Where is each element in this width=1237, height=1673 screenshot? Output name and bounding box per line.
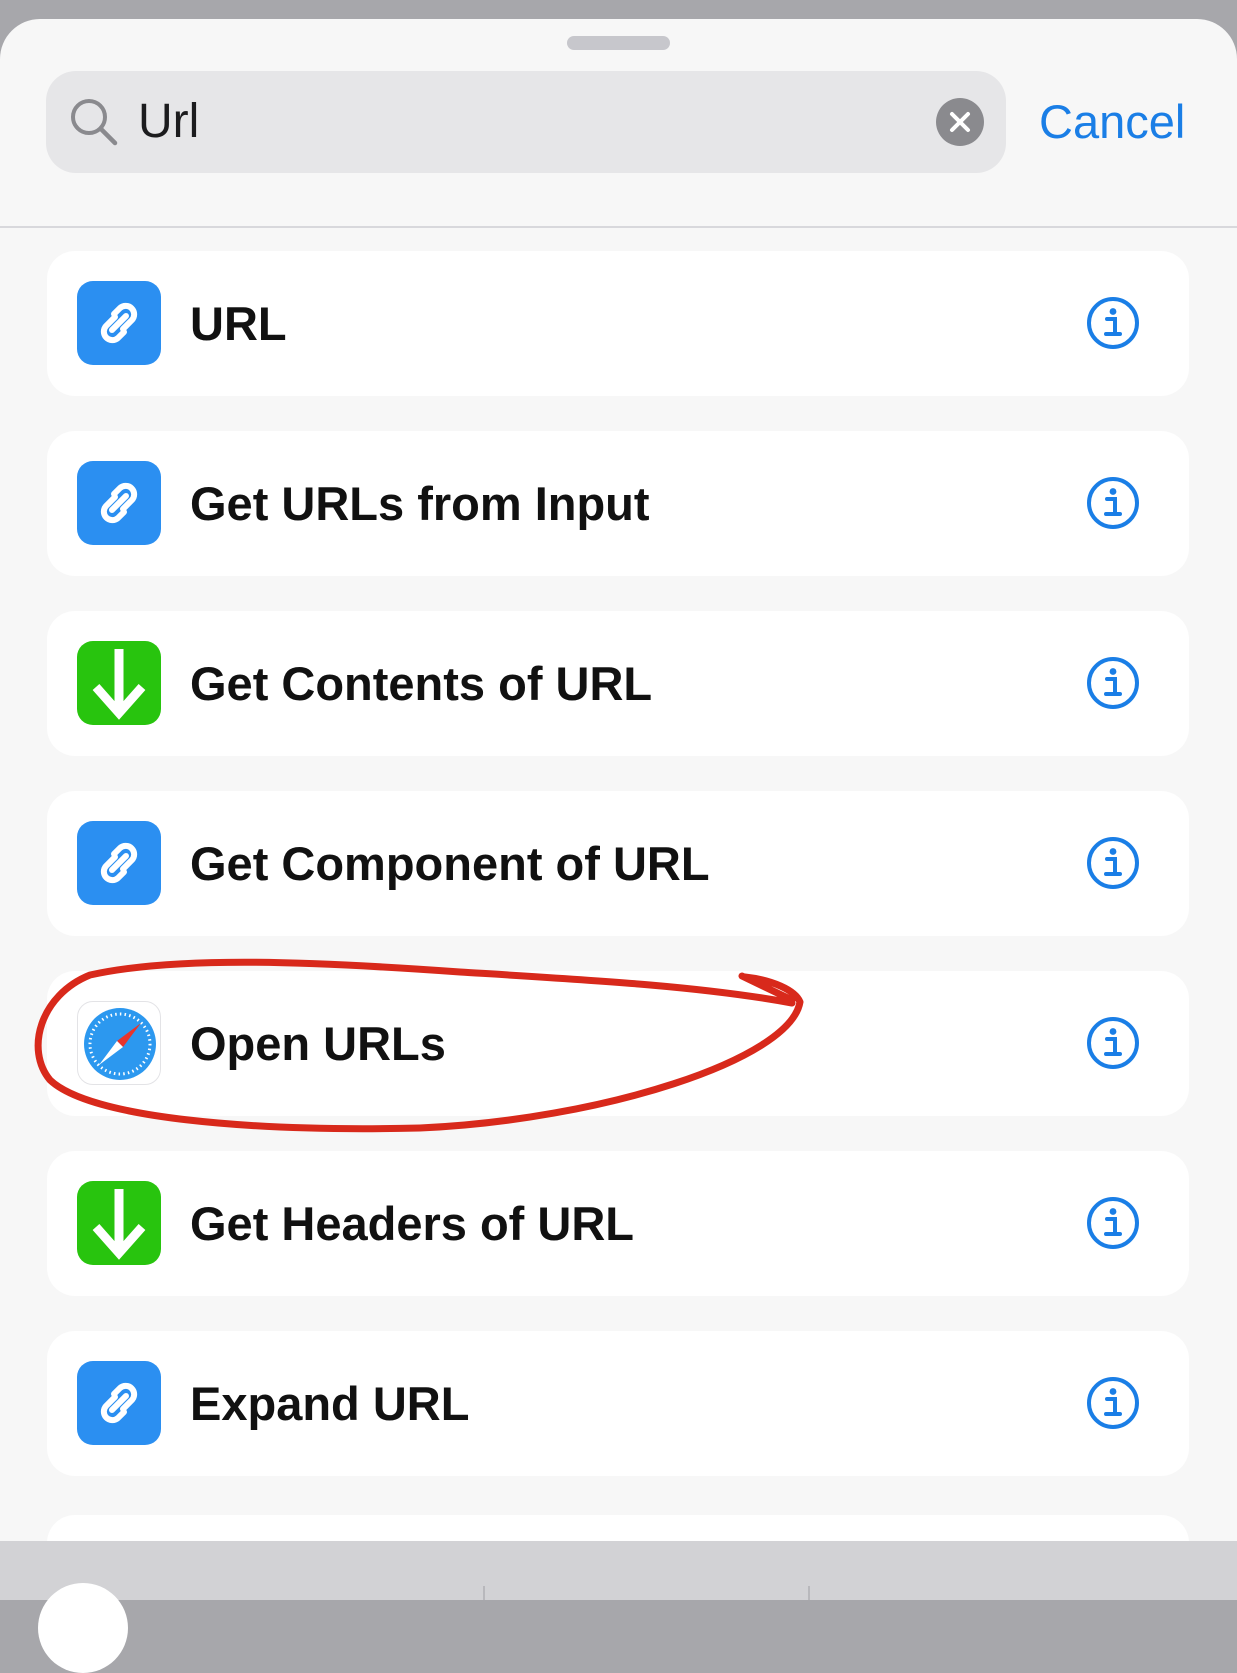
action-title: Expand URL — [190, 1377, 470, 1430]
action-row-expand-url[interactable]: Expand URL — [47, 1331, 1189, 1476]
action-title: Get URLs from Input — [190, 477, 650, 530]
download-arrow-icon — [77, 1181, 161, 1265]
info-icon[interactable] — [1085, 1375, 1141, 1431]
info-icon[interactable] — [1085, 475, 1141, 531]
info-icon[interactable] — [1085, 835, 1141, 891]
header-divider — [0, 226, 1237, 228]
action-search-sheet: Url Cancel URL Get URLs from Input Get C… — [0, 19, 1237, 1600]
action-title: URL — [190, 297, 287, 350]
toolbar-circle-button[interactable] — [38, 1583, 128, 1673]
link-icon — [77, 281, 161, 365]
action-title: Get Contents of URL — [190, 657, 653, 710]
link-icon — [77, 461, 161, 545]
info-icon[interactable] — [1085, 1195, 1141, 1251]
link-icon — [77, 1361, 161, 1445]
download-arrow-icon — [77, 641, 161, 725]
info-icon[interactable] — [1085, 1015, 1141, 1071]
action-row-get-contents-of-url[interactable]: Get Contents of URL — [47, 611, 1189, 756]
action-title: Get Component of URL — [190, 837, 710, 890]
action-row-get-urls-from-input[interactable]: Get URLs from Input — [47, 431, 1189, 576]
clear-search-icon[interactable] — [936, 98, 984, 146]
action-row-open-urls[interactable]: Open URLs — [47, 971, 1189, 1116]
bottom-toolbar — [0, 1541, 1237, 1673]
info-icon[interactable] — [1085, 295, 1141, 351]
action-title: Open URLs — [190, 1017, 446, 1070]
action-row-get-headers-of-url[interactable]: Get Headers of URL — [47, 1151, 1189, 1296]
toolbar-separator — [808, 1586, 810, 1600]
action-title: Get Headers of URL — [190, 1197, 634, 1250]
search-input[interactable]: Url — [138, 93, 199, 151]
action-row-get-component-of-url[interactable]: Get Component of URL — [47, 791, 1189, 936]
action-row-url[interactable]: URL — [47, 251, 1189, 396]
info-icon[interactable] — [1085, 655, 1141, 711]
toolbar-separator — [483, 1586, 485, 1600]
cancel-button[interactable]: Cancel — [1039, 93, 1185, 151]
search-field[interactable]: Url — [46, 71, 1006, 173]
link-icon — [77, 821, 161, 905]
sheet-grabber[interactable] — [567, 36, 670, 50]
search-icon — [71, 99, 118, 146]
safari-compass-icon — [77, 1001, 161, 1085]
